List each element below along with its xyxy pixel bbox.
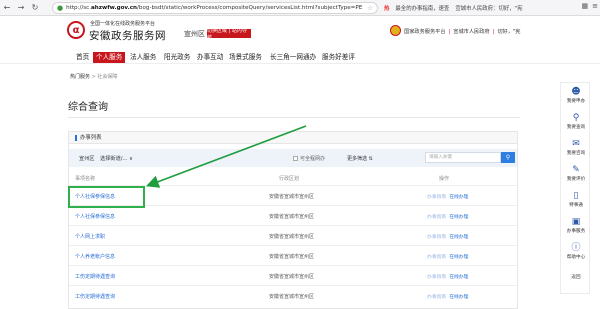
rtool-consult[interactable]: ✉ 我要咨询 xyxy=(561,139,591,156)
arrow-line xyxy=(146,125,307,188)
rtool-query[interactable]: ⚲ 我要查询 xyxy=(561,113,591,130)
person-icon: ☻ xyxy=(571,87,581,97)
help-icon: ⓘ xyxy=(571,243,581,253)
rtool-evaluate[interactable]: ✎ 我要评价 xyxy=(561,165,591,182)
rtool-special[interactable]: ▯ 特事通 xyxy=(561,191,591,208)
right-toolbar: ☻ 我要申办 ⚲ 我要查询 ✉ 我要咨询 ✎ 我要评价 ▯ 特事通 ▣ 办事服务 ⓘ 帮助中心… xyxy=(560,82,590,294)
rtool-help[interactable]: ⓘ 帮助中心 xyxy=(561,243,591,260)
search-icon: ⚲ xyxy=(572,113,580,123)
annotation-arrow xyxy=(146,125,307,188)
mobile-icon: ▯ xyxy=(573,191,579,201)
rtool-service[interactable]: ▣ 办事服务 xyxy=(561,217,591,234)
back-to-top: 返回 xyxy=(571,275,581,280)
rtool-top[interactable]: 返回 xyxy=(561,273,591,280)
monitor-icon: ▣ xyxy=(571,217,581,227)
chat-icon: ✉ xyxy=(572,139,580,149)
edit-icon: ✎ xyxy=(572,165,580,175)
rtool-apply[interactable]: ☻ 我要申办 xyxy=(561,87,591,104)
